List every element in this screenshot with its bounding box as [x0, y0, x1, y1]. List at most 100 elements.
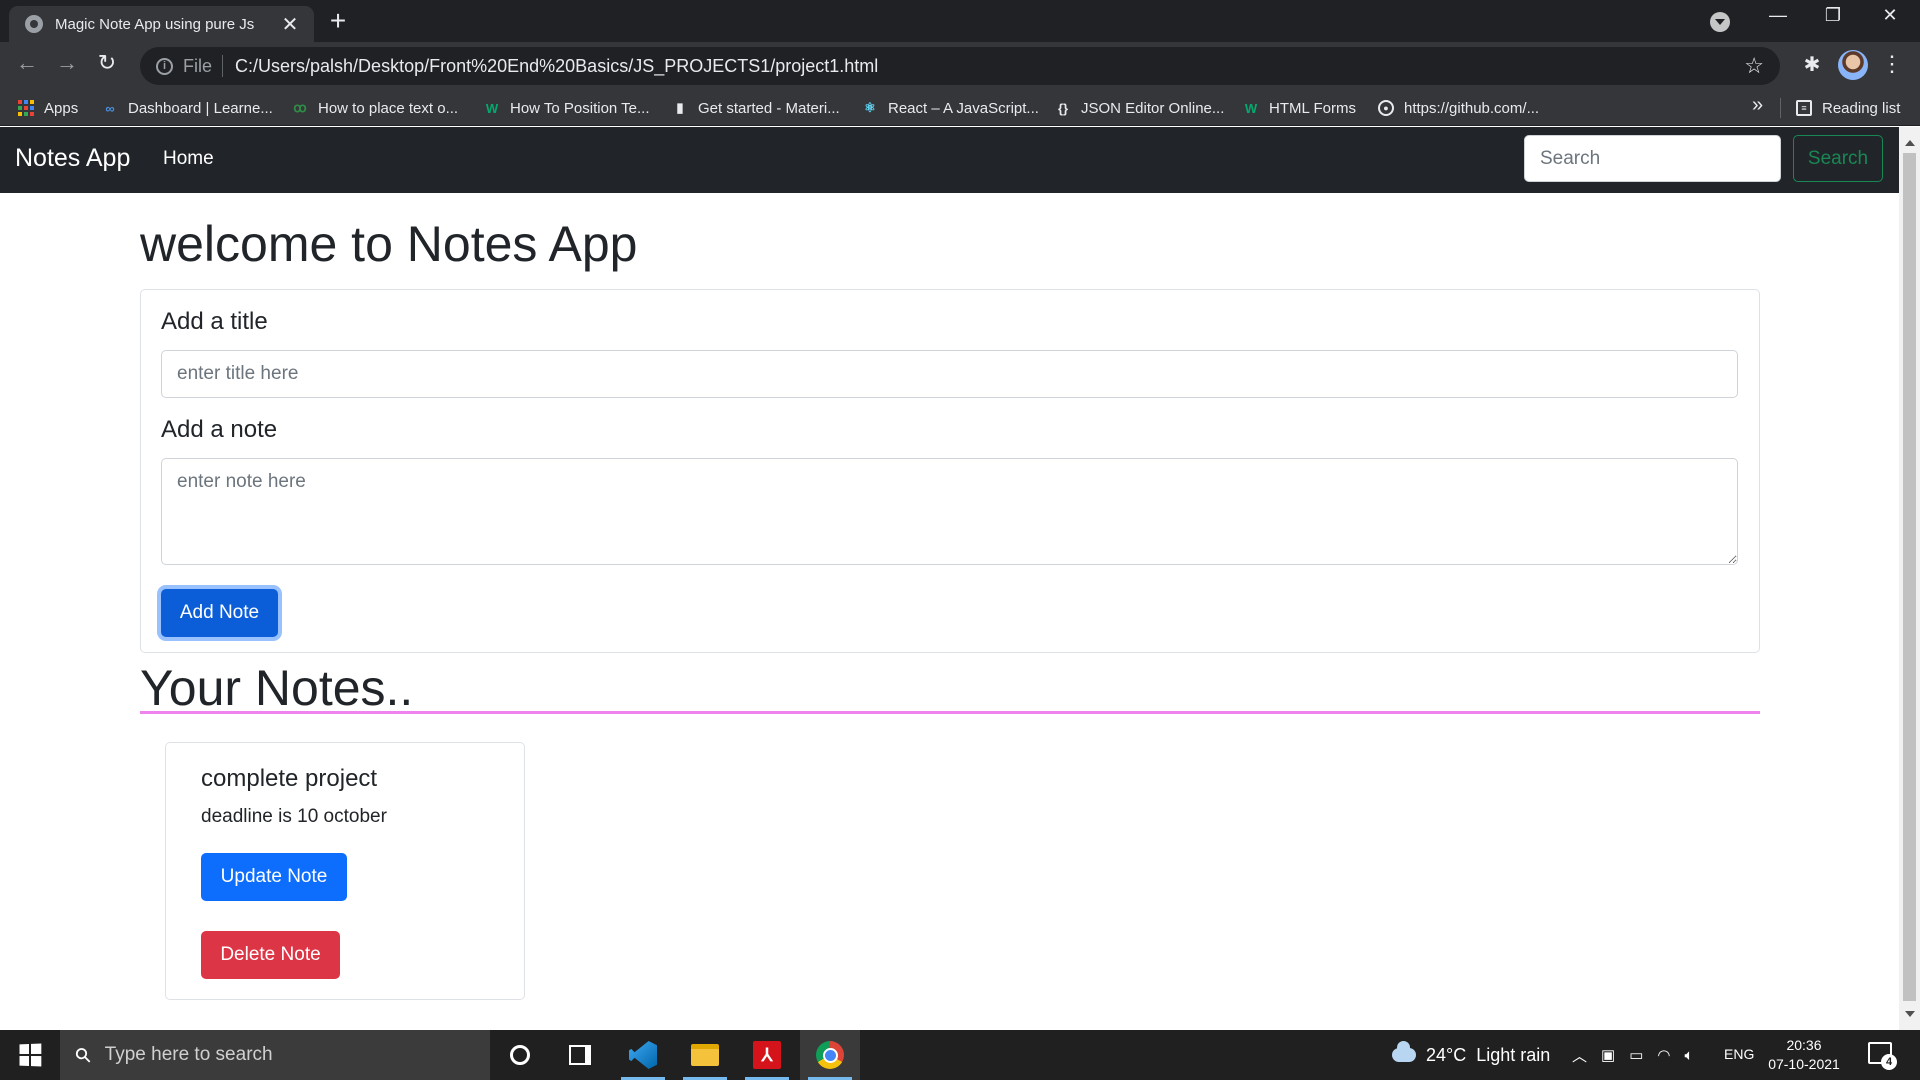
- cortana-icon: [510, 1045, 530, 1065]
- bookmark-star-icon[interactable]: ☆: [1744, 53, 1764, 79]
- github-icon: ●: [1378, 100, 1394, 116]
- reload-icon[interactable]: ↻: [92, 50, 122, 76]
- bookmark-label: How To Position Te...: [510, 99, 650, 117]
- taskbar-clock[interactable]: 20:36 07-10-2021: [1768, 1036, 1840, 1074]
- clock-date: 07-10-2021: [1768, 1056, 1840, 1072]
- tab-close-icon[interactable]: ✕: [280, 12, 300, 37]
- tab-search-icon[interactable]: [1710, 12, 1730, 32]
- bookmark-json-editor[interactable]: {} JSON Editor Online...: [1055, 90, 1224, 126]
- navbar-brand[interactable]: Notes App: [15, 144, 130, 173]
- navbar-search-button[interactable]: Search: [1793, 135, 1883, 182]
- url-scheme: File: [183, 55, 213, 76]
- battery-icon[interactable]: ▭: [1629, 1046, 1643, 1064]
- bookmark-html-forms[interactable]: W HTML Forms: [1243, 90, 1356, 126]
- bookmark-label: How to place text o...: [318, 99, 459, 117]
- taskbar-search-box[interactable]: ⚲ Type here to search: [60, 1030, 490, 1080]
- delete-note-button[interactable]: Delete Note: [201, 931, 340, 979]
- start-button[interactable]: [0, 1030, 60, 1080]
- browser-toolbar: ← → ↻ i File C:/Users/palsh/Desktop/Fron…: [0, 42, 1920, 90]
- info-icon[interactable]: i: [156, 57, 173, 75]
- task-view-button[interactable]: [550, 1030, 610, 1080]
- bookmark-material[interactable]: ▮ Get started - Materi...: [672, 90, 839, 126]
- browser-menu-icon[interactable]: ⋮: [1880, 51, 1904, 77]
- new-tab-button[interactable]: +: [324, 6, 352, 36]
- notes-divider: [140, 711, 1760, 714]
- extensions-puzzle-icon[interactable]: ✱: [1800, 52, 1824, 76]
- scroll-down-arrow-icon[interactable]: [1905, 1011, 1915, 1022]
- note-label: Add a note: [161, 416, 278, 443]
- wifi-icon[interactable]: ◠: [1657, 1046, 1670, 1064]
- reading-list-icon: ≡: [1796, 100, 1812, 116]
- bookmarks-divider: [1780, 98, 1781, 118]
- profile-avatar[interactable]: [1838, 50, 1868, 80]
- taskbar-acrobat[interactable]: ⅄: [737, 1030, 797, 1080]
- tab-title: Magic Note App using pure Js: [55, 15, 255, 33]
- taskbar-vscode[interactable]: [613, 1030, 673, 1080]
- vscode-icon: [629, 1041, 657, 1069]
- react-icon: ⚛: [864, 100, 876, 115]
- navbar-search-input[interactable]: [1524, 135, 1781, 182]
- bookmark-label: React – A JavaScript...: [888, 99, 1039, 117]
- bookmark-label: Apps: [44, 99, 79, 117]
- bookmark-place-text[interactable]: ꝏ How to place text o...: [292, 90, 458, 126]
- cortana-button[interactable]: [490, 1030, 550, 1080]
- title-label: Add a title: [161, 308, 268, 335]
- note-title: complete project: [201, 765, 378, 792]
- notification-count-badge: 4: [1881, 1054, 1897, 1070]
- globe-icon: [25, 15, 43, 33]
- bookmarks-bar: Apps ∞ Dashboard | Learne... ꝏ How to pl…: [0, 90, 1920, 126]
- show-hidden-icons-chevron-icon[interactable]: ︿: [1572, 1045, 1587, 1066]
- weather-temp: 24°C: [1426, 1044, 1467, 1065]
- reading-list[interactable]: ≡ Reading list: [1796, 90, 1900, 126]
- add-note-card: Add a title Add a note Add Note: [140, 289, 1760, 653]
- taskbar-search-placeholder: Type here to search: [104, 1044, 273, 1065]
- bookmark-apps[interactable]: Apps: [18, 90, 78, 126]
- task-view-icon: [569, 1045, 591, 1065]
- bookmarks-overflow-icon[interactable]: »: [1752, 94, 1763, 117]
- chrome-icon: [816, 1041, 844, 1069]
- weather-desc: Light rain: [1476, 1044, 1551, 1065]
- taskbar-file-explorer[interactable]: [675, 1030, 735, 1080]
- note-textarea[interactable]: [161, 458, 1738, 565]
- title-input[interactable]: [161, 350, 1738, 398]
- note-text: deadline is 10 october: [201, 806, 387, 827]
- browser-tab[interactable]: Magic Note App using pure Js ✕: [9, 6, 314, 42]
- bookmark-label: https://github.com/...: [1404, 99, 1540, 117]
- windows-logo-icon: [19, 1043, 42, 1067]
- weather-widget[interactable]: 24°C Light rain: [1392, 1030, 1550, 1080]
- folder-icon: [691, 1044, 719, 1066]
- clock-time: 20:36: [1786, 1037, 1822, 1053]
- braces-icon: {}: [1057, 100, 1069, 116]
- bookmark-react[interactable]: ⚛ React – A JavaScript...: [862, 90, 1039, 126]
- restore-button[interactable]: ❐: [1813, 5, 1853, 26]
- bookmark-label: JSON Editor Online...: [1081, 99, 1225, 117]
- scroll-up-arrow-icon[interactable]: [1905, 135, 1915, 146]
- w3-icon: W: [1244, 100, 1258, 116]
- bookmark-position-text[interactable]: W How To Position Te...: [484, 90, 650, 126]
- close-window-button[interactable]: ✕: [1870, 5, 1910, 26]
- meet-now-icon[interactable]: ▣: [1601, 1046, 1615, 1064]
- back-icon[interactable]: ←: [12, 50, 42, 76]
- add-note-button[interactable]: Add Note: [161, 589, 278, 637]
- volume-icon[interactable]: 🔈︎: [1684, 1047, 1693, 1064]
- cloud-rain-icon: [1392, 1041, 1416, 1062]
- windows-taskbar: ⚲ Type here to search ⅄ 24°C Light rain …: [0, 1030, 1920, 1080]
- page-scrollbar[interactable]: [1899, 127, 1920, 1030]
- url-text[interactable]: C:/Users/palsh/Desktop/Front%20End%20Bas…: [235, 56, 1744, 77]
- input-language[interactable]: ENG: [1724, 1046, 1754, 1062]
- notes-heading: Your Notes..: [140, 660, 414, 716]
- page-title: welcome to Notes App: [140, 216, 638, 272]
- reading-list-label: Reading list: [1822, 99, 1901, 117]
- address-bar[interactable]: i File C:/Users/palsh/Desktop/Front%20En…: [140, 47, 1780, 85]
- taskbar-chrome[interactable]: [800, 1030, 860, 1080]
- page-viewport: Notes App Home Search welcome to Notes A…: [0, 127, 1899, 1030]
- update-note-button[interactable]: Update Note: [201, 853, 347, 901]
- browser-tab-strip: Magic Note App using pure Js ✕ + — ❐ ✕: [0, 0, 1920, 42]
- nav-link-home[interactable]: Home: [163, 148, 214, 170]
- address-separator: [222, 55, 224, 77]
- forward-icon[interactable]: →: [52, 50, 82, 76]
- scrollbar-thumb[interactable]: [1903, 153, 1916, 1001]
- minimize-button[interactable]: —: [1758, 5, 1798, 26]
- bookmark-dashboard[interactable]: ∞ Dashboard | Learne...: [102, 90, 272, 126]
- bookmark-github[interactable]: ● https://github.com/...: [1378, 90, 1539, 126]
